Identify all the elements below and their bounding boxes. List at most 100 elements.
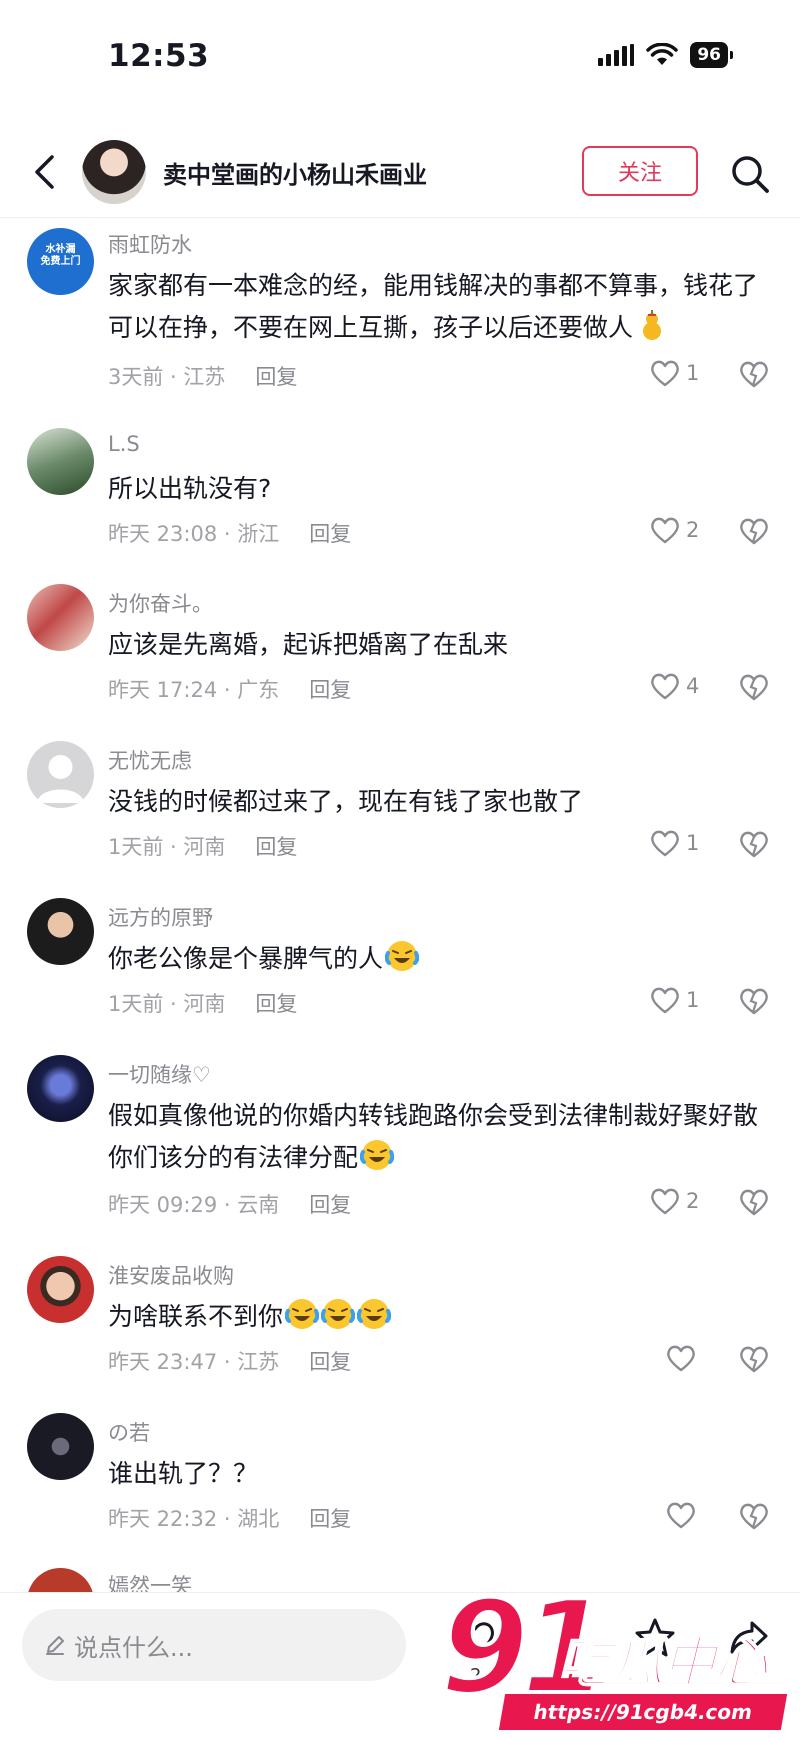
broken-heart-icon[interactable] — [738, 359, 770, 389]
wifi-icon — [646, 43, 679, 65]
like-button[interactable] — [666, 1344, 696, 1372]
crying-laughing-emoji-icon — [285, 1299, 320, 1329]
like-button[interactable] — [666, 1501, 696, 1529]
signal-icon — [598, 44, 635, 66]
like-button[interactable]: 2 — [650, 516, 699, 544]
reply-button[interactable]: 回复 — [309, 1346, 351, 1376]
like-count: 1 — [686, 361, 700, 385]
reply-button[interactable]: 回复 — [309, 1189, 351, 1219]
broken-heart-icon[interactable] — [738, 1501, 770, 1531]
status-bar: 12:53 96 — [0, 0, 800, 110]
comment-time-location: 1天前 · 河南 — [108, 992, 226, 1016]
reply-button[interactable]: 回复 — [309, 674, 351, 704]
like-button[interactable]: 1 — [650, 359, 699, 387]
reply-button[interactable]: 回复 — [255, 831, 297, 861]
reply-button[interactable]: 回复 — [309, 1503, 351, 1533]
commenter-avatar[interactable] — [27, 1413, 94, 1480]
broken-heart-icon[interactable] — [738, 829, 770, 859]
like-button[interactable]: 1 — [650, 829, 699, 857]
comment-text: 谁出轨了？？ — [108, 1459, 259, 1488]
commenter-avatar[interactable] — [27, 1055, 94, 1122]
comment-meta: 3天前 · 江苏 回复 — [108, 361, 297, 391]
battery-indicator: 96 — [690, 42, 733, 68]
broken-heart-icon[interactable] — [738, 1344, 770, 1374]
comment-meta: 1天前 · 河南 回复 — [108, 988, 297, 1018]
comment-meta: 昨天 22:32 · 湖北 回复 — [108, 1503, 351, 1533]
comment-text: 假如真像他说的你婚内转钱跑路你会受到法律制裁好聚好散你们该分的有法律分配 — [108, 1095, 758, 1179]
commenter-name[interactable]: 一切随缘♡ — [108, 1059, 211, 1089]
watermark-text: 吃瓜中心 — [557, 1630, 769, 1695]
like-button[interactable]: 4 — [650, 672, 699, 700]
author-name[interactable]: 卖中堂画的小杨山禾画业 — [163, 155, 427, 190]
comment-meta: 昨天 09:29 · 云南 回复 — [108, 1189, 351, 1219]
reply-button[interactable]: 回复 — [255, 988, 297, 1018]
commenter-avatar[interactable] — [27, 898, 94, 965]
status-time: 12:53 — [108, 38, 210, 74]
reply-button[interactable]: 回复 — [309, 518, 351, 548]
back-icon[interactable] — [26, 152, 62, 192]
comment-meta: 昨天 23:47 · 江苏 回复 — [108, 1346, 351, 1376]
commenter-avatar[interactable]: 水补漏 免费上门 — [27, 228, 94, 295]
comment-text: 为啥联系不到你 — [108, 1296, 758, 1338]
search-icon[interactable] — [728, 152, 772, 196]
status-icons: 96 — [598, 42, 733, 68]
commenter-name[interactable]: 雨虹防水 — [108, 229, 192, 259]
heart-icon — [651, 360, 679, 387]
heart-icon — [651, 830, 679, 857]
broken-heart-icon[interactable] — [738, 986, 770, 1016]
comment-text: 你老公像是个暴脾气的人 — [108, 938, 758, 980]
like-count: 1 — [686, 831, 700, 855]
crying-laughing-emoji-icon — [385, 941, 420, 971]
broken-heart-icon[interactable] — [738, 672, 770, 702]
comment-text: 没钱的时候都过来了，现在有钱了家也散了 — [108, 787, 584, 816]
commenter-name[interactable]: 无忧无虑 — [108, 745, 192, 775]
default-avatar-icon — [37, 755, 84, 803]
broken-heart-icon[interactable] — [738, 1187, 770, 1217]
commenter-avatar[interactable] — [27, 428, 94, 495]
comment-time-location: 昨天 17:24 · 广东 — [108, 678, 280, 702]
commenter-name[interactable]: 淮安废品收购 — [108, 1260, 234, 1290]
comment-text-content: 你老公像是个暴脾气的人 — [108, 944, 384, 973]
comment-time-location: 昨天 23:47 · 江苏 — [108, 1350, 280, 1374]
commenter-avatar[interactable] — [27, 741, 94, 808]
commenter-avatar[interactable] — [27, 1256, 94, 1323]
heart-icon — [667, 1345, 695, 1372]
like-count: 4 — [686, 674, 700, 698]
heart-icon — [651, 987, 679, 1014]
watermark-url: https://91cgb4.com — [498, 1694, 788, 1730]
comment-meta: 昨天 17:24 · 广东 回复 — [108, 674, 351, 704]
follow-button[interactable]: 关注 — [582, 146, 698, 196]
crying-laughing-emoji-icon — [357, 1299, 392, 1329]
like-count: 2 — [686, 518, 700, 542]
comment-text-content: 为啥联系不到你 — [108, 1302, 284, 1331]
site-watermark: 91 吃瓜中心 https://91cgb4.com — [438, 1572, 792, 1738]
comment-input[interactable]: 说点什么... — [22, 1609, 406, 1681]
comment-time-location: 昨天 09:29 · 云南 — [108, 1193, 280, 1217]
heart-icon — [651, 1188, 679, 1215]
like-button[interactable]: 2 — [650, 1187, 699, 1215]
heart-icon — [651, 673, 679, 700]
screen: 12:53 96 卖中堂画的小杨山禾画业 关注 水补漏 免费上门 雨虹防水 家家… — [0, 0, 800, 1739]
header: 卖中堂画的小杨山禾画业 关注 — [0, 128, 800, 218]
like-button[interactable]: 1 — [650, 986, 699, 1014]
commenter-name[interactable]: 为你奋斗。 — [108, 588, 213, 618]
broken-heart-icon[interactable] — [738, 516, 770, 546]
comment-time-location: 昨天 23:08 · 浙江 — [108, 522, 280, 546]
commenter-name[interactable]: L.S — [108, 432, 140, 456]
commenter-avatar[interactable] — [27, 584, 94, 651]
comment-meta: 昨天 23:08 · 浙江 回复 — [108, 518, 351, 548]
comment-text-content: 假如真像他说的你婚内转钱跑路你会受到法律制裁好聚好散你们该分的有法律分配 — [108, 1101, 759, 1172]
comment-text: 所以出轨没有? — [108, 474, 272, 503]
heart-icon — [667, 1502, 695, 1529]
gourd-emoji-icon — [643, 310, 662, 340]
comment-time-location: 3天前 · 江苏 — [108, 365, 226, 389]
pencil-icon — [46, 1636, 64, 1655]
commenter-name[interactable]: の若 — [108, 1417, 150, 1447]
author-avatar[interactable] — [82, 140, 146, 204]
like-count: 1 — [686, 988, 700, 1012]
comment-time-location: 1天前 · 河南 — [108, 835, 226, 859]
comment-input-placeholder: 说点什么... — [74, 1633, 193, 1662]
reply-button[interactable]: 回复 — [255, 361, 297, 391]
crying-laughing-emoji-icon — [360, 1140, 395, 1170]
commenter-name[interactable]: 远方的原野 — [108, 902, 213, 932]
